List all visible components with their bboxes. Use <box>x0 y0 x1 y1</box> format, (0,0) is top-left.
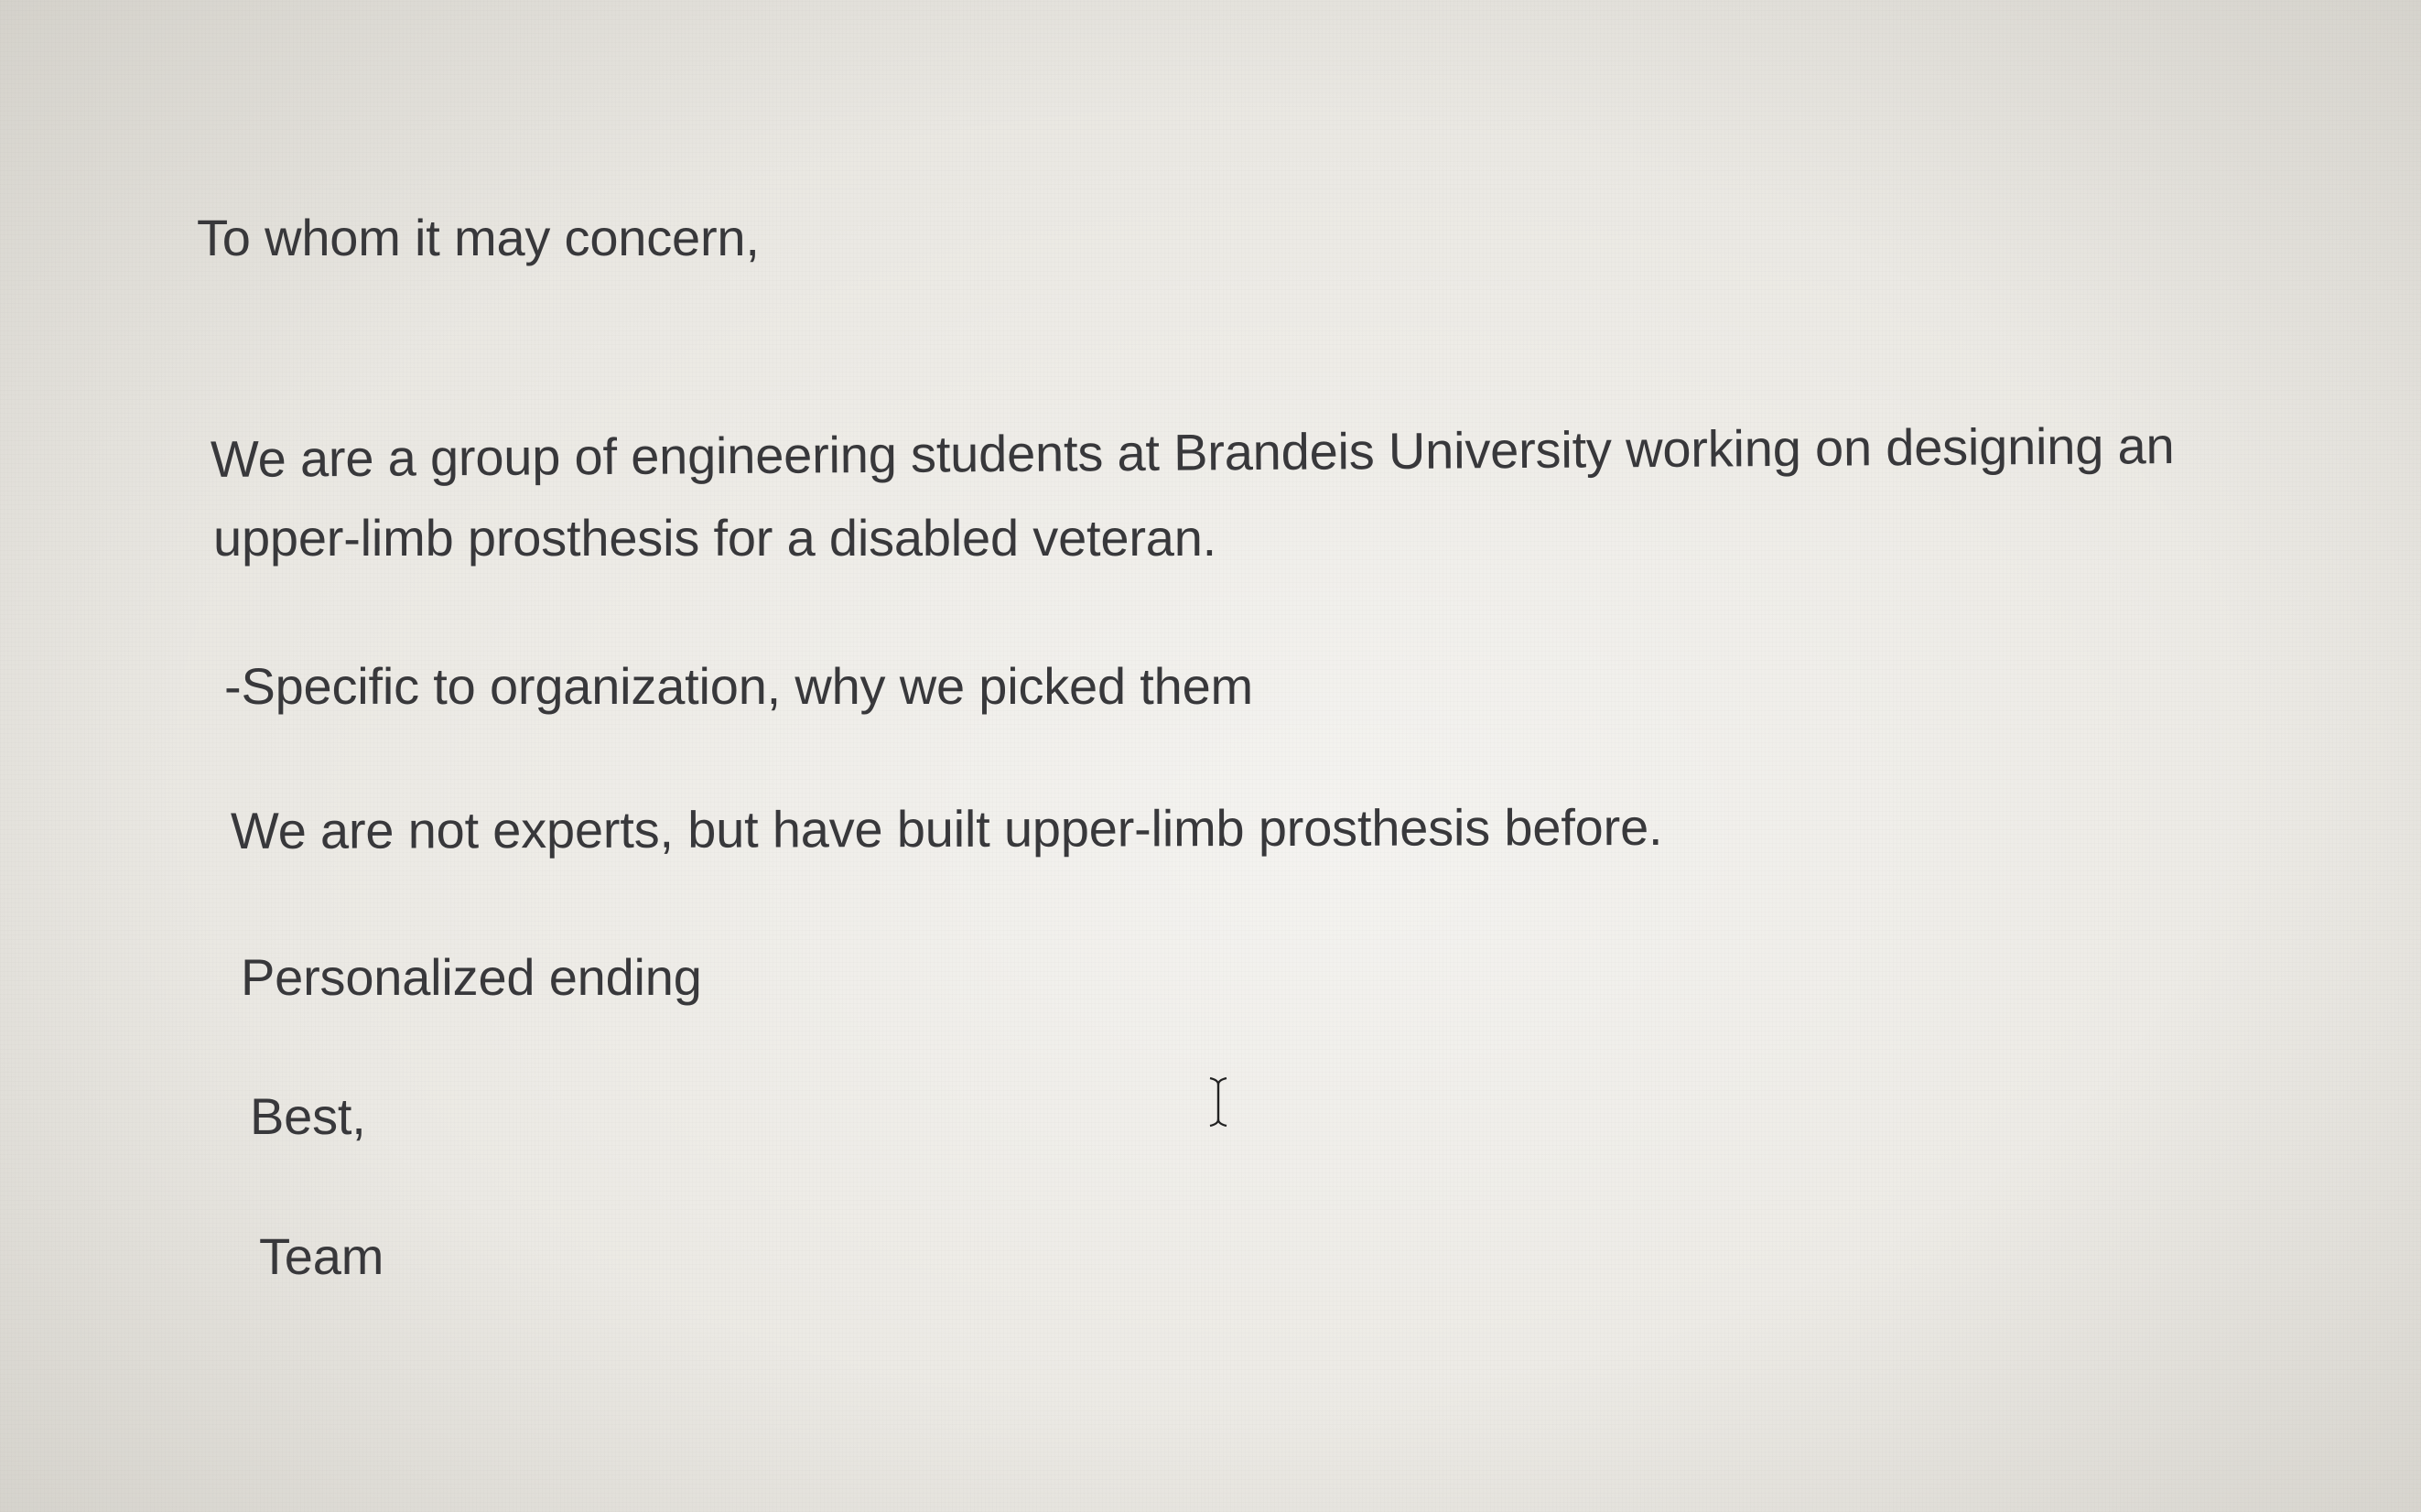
bullet-note-line[interactable]: -Specific to organization, why we picked… <box>224 661 1253 712</box>
paragraph-2-line[interactable]: We are not experts, but have built upper… <box>231 798 1663 859</box>
paragraph-1-line-2[interactable]: upper-limb prosthesis for a disabled vet… <box>213 513 1216 564</box>
salutation-line[interactable]: To whom it may concern, <box>197 212 760 264</box>
closing-line[interactable]: Best, <box>250 1091 366 1142</box>
signature-line[interactable]: Team <box>259 1231 384 1282</box>
document-editor-body[interactable]: To whom it may concern, We are a group o… <box>0 0 2421 1512</box>
paragraph-1-line-1[interactable]: We are a group of engineering students a… <box>211 416 2175 488</box>
text-cursor-icon <box>1206 1076 1230 1128</box>
ending-note-line[interactable]: Personalized ending <box>241 952 702 1003</box>
